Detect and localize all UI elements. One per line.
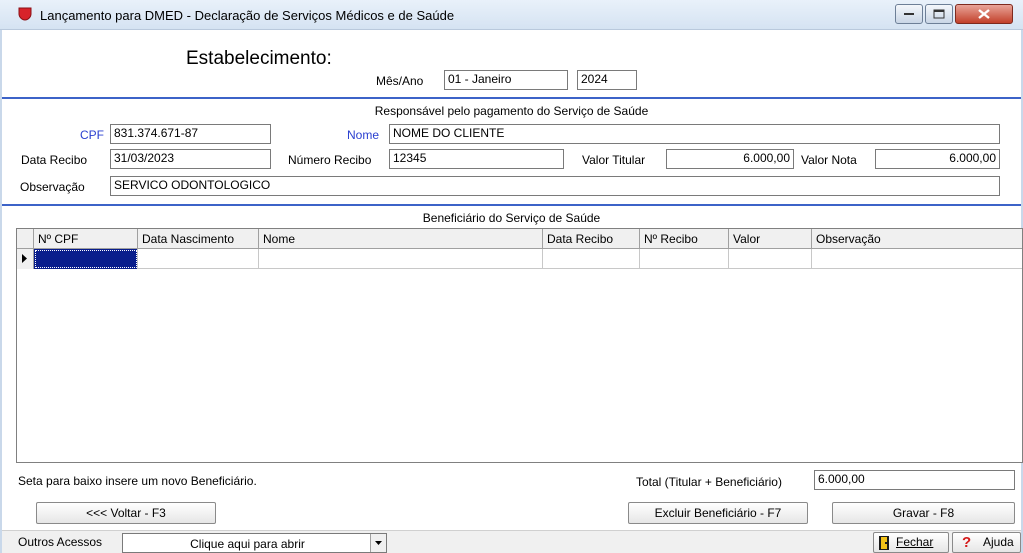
numero-recibo-label: Número Recibo — [288, 153, 372, 167]
minimize-icon — [904, 13, 914, 15]
column-header-nome[interactable]: Nome — [259, 229, 543, 249]
help-question-icon: ? — [962, 534, 972, 551]
outros-acessos-select-value: Clique aqui para abrir — [190, 537, 305, 551]
nome-field[interactable]: NOME DO CLIENTE — [389, 124, 1000, 144]
mes-ano-label: Mês/Ano — [376, 74, 424, 88]
row-indicator — [17, 249, 34, 269]
estabelecimento-heading: Estabelecimento: — [186, 48, 332, 69]
cell-nome[interactable] — [259, 249, 543, 269]
cell-valor[interactable] — [729, 249, 812, 269]
column-header-cpf[interactable]: Nº CPF — [34, 229, 138, 249]
column-header-data-nascimento[interactable]: Data Nascimento — [138, 229, 259, 249]
mes-field[interactable]: 01 - Janeiro — [444, 70, 568, 90]
voltar-button[interactable]: <<< Voltar - F3 — [36, 502, 216, 524]
close-window-button[interactable] — [955, 4, 1013, 24]
cell-data-recibo[interactable] — [543, 249, 640, 269]
cpf-label: CPF — [80, 128, 104, 142]
numero-recibo-field[interactable]: 12345 — [389, 149, 564, 169]
insert-hint-text: Seta para baixo insere um novo Beneficiá… — [18, 474, 257, 488]
grid-header: Nº CPF Data Nascimento Nome Data Recibo … — [17, 229, 1022, 249]
grid-indicator-header — [17, 229, 34, 249]
table-row[interactable] — [17, 249, 1022, 269]
app-shield-icon — [18, 7, 32, 21]
maximize-icon — [933, 9, 945, 19]
ano-field[interactable]: 2024 — [577, 70, 637, 90]
data-recibo-label: Data Recibo — [21, 153, 88, 167]
valor-titular-field[interactable]: 6.000,00 — [666, 149, 794, 169]
chevron-down-icon — [375, 541, 382, 545]
outros-acessos-select[interactable]: Clique aqui para abrir — [122, 533, 387, 553]
total-field: 6.000,00 — [814, 470, 1015, 490]
minimize-button[interactable] — [895, 4, 923, 24]
section-divider — [2, 97, 1021, 99]
cell-numero-recibo[interactable] — [640, 249, 729, 269]
cell-observacao[interactable] — [812, 249, 1022, 269]
window-title: Lançamento para DMED - Declaração de Ser… — [40, 8, 455, 23]
maximize-button[interactable] — [925, 4, 953, 24]
observacao-field[interactable]: SERVICO ODONTOLOGICO — [110, 176, 1000, 196]
title-bar: Lançamento para DMED - Declaração de Ser… — [0, 0, 1023, 30]
column-header-observacao[interactable]: Observação — [812, 229, 1022, 249]
gravar-button[interactable]: Gravar - F8 — [832, 502, 1015, 524]
excluir-beneficiario-button[interactable]: Excluir Beneficiário - F7 — [628, 502, 808, 524]
column-header-numero-recibo[interactable]: Nº Recibo — [640, 229, 729, 249]
fechar-button[interactable]: Fechar — [873, 532, 949, 553]
column-header-data-recibo[interactable]: Data Recibo — [543, 229, 640, 249]
section-divider — [2, 204, 1021, 206]
valor-nota-field[interactable]: 6.000,00 — [875, 149, 1000, 169]
ajuda-button[interactable]: ? Ajuda — [952, 532, 1021, 553]
observacao-label: Observação — [20, 180, 85, 194]
exit-door-icon — [879, 536, 889, 550]
ajuda-label: Ajuda — [983, 535, 1014, 549]
fechar-label: Fechar — [896, 535, 934, 549]
cell-cpf[interactable] — [34, 249, 138, 269]
data-recibo-field[interactable]: 31/03/2023 — [110, 149, 271, 169]
responsavel-section-title: Responsável pelo pagamento do Serviço de… — [374, 104, 649, 118]
total-label: Total (Titular + Beneficiário) — [636, 475, 782, 489]
dropdown-button[interactable] — [370, 534, 386, 552]
current-row-arrow-icon — [22, 254, 27, 263]
valor-nota-label: Valor Nota — [801, 153, 857, 167]
cpf-field[interactable]: 831.374.671-87 — [110, 124, 271, 144]
cell-data-nascimento[interactable] — [138, 249, 259, 269]
valor-titular-label: Valor Titular — [582, 153, 646, 167]
nome-label: Nome — [347, 128, 380, 142]
beneficiario-section-title: Beneficiário do Serviço de Saúde — [422, 211, 601, 225]
window-frame-left — [0, 30, 2, 553]
beneficiarios-grid[interactable]: Nº CPF Data Nascimento Nome Data Recibo … — [16, 228, 1023, 463]
column-header-valor[interactable]: Valor — [729, 229, 812, 249]
close-icon — [978, 9, 990, 19]
outros-acessos-label: Outros Acessos — [18, 535, 103, 549]
